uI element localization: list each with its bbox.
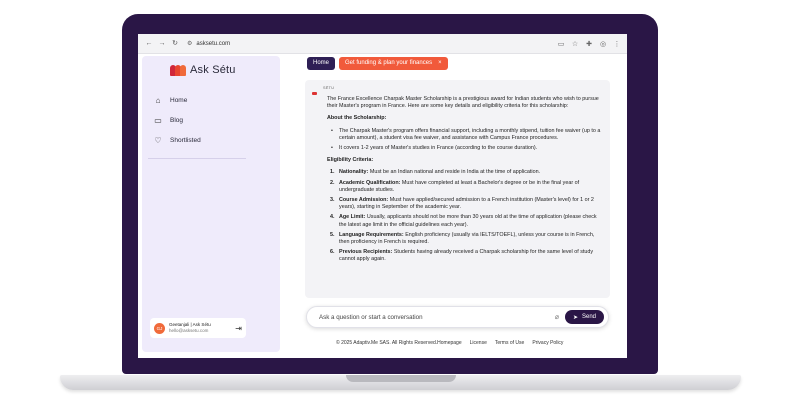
response-author: SĒTU (323, 86, 335, 90)
avatar[interactable]: GJ (154, 322, 165, 334)
footer-link-homepage[interactable]: Homepage (437, 340, 461, 346)
menu-icon[interactable]: ⋮ (613, 40, 621, 48)
list-item: 4. Age Limit: Usually, applicants should … (330, 214, 597, 228)
profile-icon[interactable]: ◎ (599, 40, 607, 48)
url-text: asksetu.com (196, 40, 231, 47)
send-icon: ➤ (572, 314, 578, 321)
sidebar: Ask Sétu ⌂ Home ▭ Blog ♡ Shortlisted GJ … (142, 56, 280, 352)
cast-icon[interactable]: ▭ (557, 40, 565, 48)
chip-home[interactable]: Home (307, 57, 336, 70)
user-email: hello@asksetu.com (169, 328, 209, 333)
list-item: 5. Language Requirements: English profici… (330, 231, 595, 246)
footer-link-terms[interactable]: Terms of Use (495, 340, 524, 346)
user-card: GJ Geetanjali | Ask Sétu hello@asksetu.c… (150, 318, 246, 338)
list-item: It covers 1-2 years of Master's studies … (331, 145, 603, 152)
sidebar-item-blog[interactable]: ▭ Blog (152, 110, 201, 130)
list-item: 3. Course Admission: Must have applied/se… (330, 197, 594, 211)
about-list: The Charpak Master's program offers fina… (331, 128, 603, 153)
heart-icon: ♡ (154, 135, 162, 145)
sidebar-item-label: Home (170, 96, 188, 104)
extensions-icon[interactable]: ✚ (585, 40, 593, 48)
laptop-notch (346, 375, 456, 382)
send-button[interactable]: ➤ Send (564, 310, 604, 324)
footer-link-license[interactable]: License (470, 340, 487, 346)
laptop-screen: ← → ↻ ⚙ asksetu.com ▭ ☆ ✚ ◎ ⋮ Ask Sétu ⌂ (138, 34, 627, 358)
chat-response: SĒTU The France Excellence Charpak Maste… (305, 80, 610, 298)
list-item: The Charpak Master's program offers fina… (331, 128, 603, 142)
arrow-left-icon[interactable]: ← (144, 39, 154, 49)
response-intro: The France Excellence Charpak Master Sch… (327, 96, 599, 110)
eligibility-heading: Eligibility Criteria: (327, 157, 374, 164)
about-heading: About the Scholarship: (327, 115, 387, 122)
eligibility-list: 1. Nationality: Must be an Indian nationa… (330, 169, 603, 263)
close-icon[interactable]: × (438, 57, 442, 70)
chat-composer: ⌀ ➤ Send (306, 306, 609, 328)
logout-icon[interactable]: ⇥ (235, 324, 242, 333)
response-header: SĒTU (312, 86, 334, 95)
sidebar-item-label: Blog (170, 116, 184, 124)
browser-toolbar: ← → ↻ ⚙ asksetu.com ▭ ☆ ✚ ◎ ⋮ (138, 34, 627, 54)
footer-copyright: © 2025 Adaptiv.Me SAS. All Rights Reserv… (336, 340, 462, 346)
paperclip-icon[interactable]: ⌀ (555, 313, 559, 321)
monitor-icon: ▭ (154, 115, 162, 125)
chip-funding[interactable]: Get funding & plan your finances × (339, 57, 448, 70)
sidebar-item-home[interactable]: ⌂ Home (152, 90, 201, 110)
arrow-right-icon[interactable]: → (157, 39, 167, 49)
list-item: 2. Academic Qualification: Must have comp… (330, 179, 580, 193)
brand-name: Ask Sétu (190, 64, 236, 76)
list-item: 1. Nationality: Must be an Indian nationa… (330, 169, 541, 176)
send-label: Send (581, 314, 596, 320)
list-item: 6. Previous Recipients: Students having a… (330, 249, 594, 263)
reload-icon[interactable]: ↻ (170, 39, 180, 49)
star-icon[interactable]: ☆ (571, 40, 579, 48)
response-body: The France Excellence Charpak Master Sch… (327, 96, 603, 267)
page-footer: © 2025 Adaptiv.Me SAS. All Rights Reserv… (336, 340, 563, 346)
site-info-icon[interactable]: ⚙ (187, 40, 192, 47)
setu-flag-icon (312, 92, 317, 95)
sidebar-item-shortlisted[interactable]: ♡ Shortlisted (152, 130, 201, 150)
brand-logo[interactable]: Ask Sétu (170, 64, 236, 76)
footer-link-privacy[interactable]: Privacy Policy (532, 340, 563, 346)
brand-mark-icon (170, 64, 186, 76)
address-bar[interactable]: ⚙ asksetu.com (187, 38, 551, 50)
chat-input[interactable] (319, 313, 555, 321)
sidebar-divider (148, 158, 246, 159)
sidebar-item-label: Shortlisted (170, 136, 201, 144)
home-icon: ⌂ (155, 95, 161, 105)
breadcrumb: Home Get funding & plan your finances × (307, 57, 448, 70)
chip-funding-label: Get funding & plan your finances (345, 60, 433, 66)
sidebar-nav: ⌂ Home ▭ Blog ♡ Shortlisted (152, 90, 201, 150)
